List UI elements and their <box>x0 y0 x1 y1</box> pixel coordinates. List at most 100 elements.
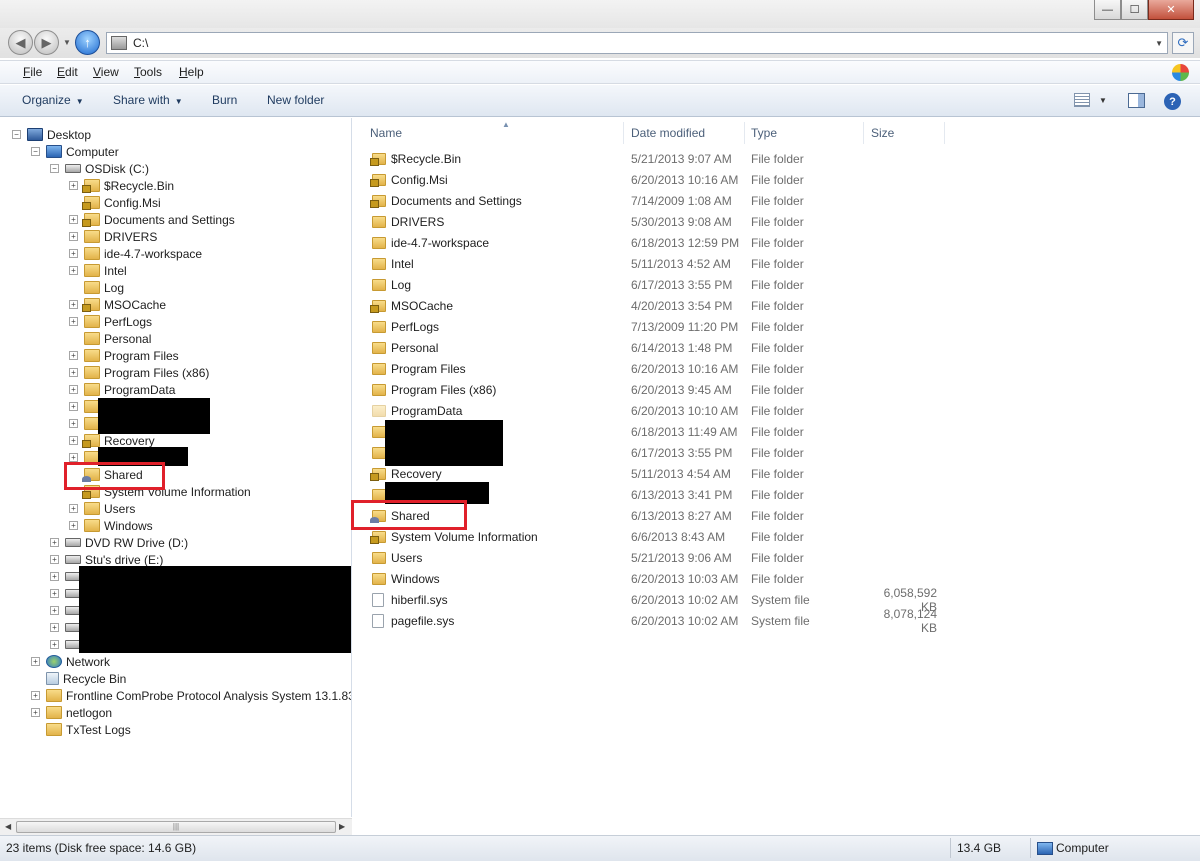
file-row[interactable]: Log 6/17/2013 3:55 PM File folder <box>370 274 970 295</box>
tree-item[interactable]: DRIVERS <box>84 228 157 245</box>
tree-expander[interactable]: + <box>69 436 78 445</box>
file-row[interactable]: PerfLogs 7/13/2009 11:20 PM File folder <box>370 316 970 337</box>
tree-item[interactable]: DVD RW Drive (D:) <box>65 534 188 551</box>
file-row[interactable]: Documents and Settings 7/14/2009 1:08 AM F… <box>370 190 970 211</box>
nav-horizontal-scrollbar[interactable]: ◀ ||| ▶ <box>0 818 352 835</box>
file-row[interactable]: pagefile.sys 6/20/2013 10:02 AM System fil… <box>370 607 970 635</box>
tree-expander[interactable]: + <box>69 453 78 462</box>
file-row[interactable]: Users 5/21/2013 9:06 AM File folder <box>370 547 970 568</box>
tree-expander[interactable]: + <box>69 266 78 275</box>
tree-expander[interactable]: + <box>50 606 59 615</box>
tree-expander[interactable]: + <box>69 368 78 377</box>
tree-item[interactable]: Intel <box>84 262 127 279</box>
menu-view[interactable]: View <box>93 65 119 79</box>
share-with-button[interactable]: Share with ▼ <box>113 93 183 107</box>
tree-expander[interactable]: + <box>69 232 78 241</box>
tree-expander[interactable]: + <box>50 589 59 598</box>
tree-expander[interactable]: + <box>69 419 78 428</box>
file-row[interactable]: Program Files (x86) 6/20/2013 9:45 AM File… <box>370 379 970 400</box>
tree-expander[interactable]: + <box>50 623 59 632</box>
tree-expander[interactable]: + <box>50 538 59 547</box>
file-row[interactable]: ide-4.7-workspace 6/18/2013 12:59 PM File … <box>370 232 970 253</box>
tree-item[interactable]: Frontline ComProbe Protocol Analysis Sys… <box>46 687 351 704</box>
change-view-icon[interactable] <box>1074 93 1090 107</box>
organize-button[interactable]: Organize ▼ <box>22 93 84 107</box>
navigation-pane[interactable]: − Desktop − Computer − OSDisk (C:) + $Recycle.B… <box>0 118 352 817</box>
refresh-button[interactable]: ⟳ <box>1172 32 1194 54</box>
tree-expander[interactable]: + <box>69 521 78 530</box>
tree-expander[interactable]: + <box>50 555 59 564</box>
file-row[interactable]: MSOCache 4/20/2013 3:54 PM File folder <box>370 295 970 316</box>
column-header-size[interactable]: Size <box>865 122 945 144</box>
tree-item[interactable]: Program Files (x86) <box>84 364 209 381</box>
tree-item[interactable]: Computer <box>46 143 119 160</box>
file-row[interactable]: Recovery 5/11/2013 4:54 AM File folder <box>370 463 970 484</box>
file-row[interactable]: DRIVERS 5/30/2013 9:08 AM File folder <box>370 211 970 232</box>
column-header-type[interactable]: Type <box>745 122 864 144</box>
tree-item[interactable]: PerfLogs <box>84 313 152 330</box>
tree-item[interactable]: TxTest Logs <box>46 721 131 738</box>
back-button[interactable]: ◀ <box>8 30 33 55</box>
scroll-left-icon[interactable]: ◀ <box>5 822 11 831</box>
tree-item[interactable]: Log <box>84 279 124 296</box>
tree-expander[interactable]: + <box>69 181 78 190</box>
address-bar[interactable]: C:\ ▼ <box>106 32 1168 54</box>
menu-file[interactable]: File <box>23 65 42 79</box>
tree-item[interactable]: Windows <box>84 517 153 534</box>
tree-expander[interactable]: + <box>69 300 78 309</box>
tree-expander[interactable]: + <box>69 385 78 394</box>
tree-item[interactable]: netlogon <box>46 704 112 721</box>
scroll-right-icon[interactable]: ▶ <box>339 822 345 831</box>
menu-help[interactable]: Help <box>179 65 204 79</box>
menu-edit[interactable]: Edit <box>57 65 78 79</box>
file-row[interactable]: Program Files 6/20/2013 10:16 AM File fold… <box>370 358 970 379</box>
address-dropdown-icon[interactable]: ▼ <box>1155 39 1163 48</box>
tree-expander[interactable]: + <box>69 351 78 360</box>
file-list[interactable]: ▲ Name Date modified Type Size $Recycle.… <box>351 118 1200 835</box>
view-options-dropdown[interactable]: ▼ <box>1099 96 1107 105</box>
forward-button[interactable]: ▶ <box>34 30 59 55</box>
tree-item[interactable]: ProgramData <box>84 381 175 398</box>
tree-expander[interactable]: + <box>31 657 40 666</box>
tree-expander[interactable]: + <box>69 402 78 411</box>
menu-tools[interactable]: Tools <box>134 65 162 79</box>
file-row[interactable]: Personal 6/14/2013 1:48 PM File folder <box>370 337 970 358</box>
maximize-button[interactable]: ☐ <box>1121 0 1148 20</box>
tree-expander[interactable]: + <box>50 572 59 581</box>
tree-expander[interactable]: + <box>31 708 40 717</box>
up-button[interactable]: ↑ <box>75 30 100 55</box>
tree-item[interactable]: Recycle Bin <box>46 670 126 687</box>
tree-item[interactable]: Personal <box>84 330 151 347</box>
tree-expander[interactable]: + <box>31 691 40 700</box>
scroll-thumb[interactable]: ||| <box>16 821 336 833</box>
file-row[interactable]: Intel 5/11/2013 4:52 AM File folder <box>370 253 970 274</box>
tree-item[interactable]: Config.Msi <box>82 194 161 211</box>
close-button[interactable]: ✕ <box>1148 0 1194 20</box>
preview-pane-icon[interactable] <box>1128 93 1145 108</box>
tree-item[interactable]: MSOCache <box>82 296 166 313</box>
file-row[interactable]: ProgramData 6/20/2013 10:10 AM File folder <box>370 400 970 421</box>
file-row[interactable]: $Recycle.Bin 5/21/2013 9:07 AM File folder <box>370 148 970 169</box>
tree-expander[interactable]: − <box>12 130 21 139</box>
tree-expander[interactable]: + <box>69 215 78 224</box>
column-header-name[interactable]: ▲ Name <box>364 120 624 144</box>
tree-expander[interactable]: + <box>50 640 59 649</box>
tree-item[interactable]: $Recycle.Bin <box>82 177 174 194</box>
tree-item[interactable]: Users <box>84 500 135 517</box>
tree-item[interactable]: OSDisk (C:) <box>65 160 149 177</box>
burn-button[interactable]: Burn <box>212 93 237 107</box>
tree-expander[interactable]: + <box>69 317 78 326</box>
tree-expander[interactable]: + <box>69 504 78 513</box>
help-icon[interactable]: ? <box>1164 93 1181 110</box>
file-row[interactable]: Config.Msi 6/20/2013 10:16 AM File folder <box>370 169 970 190</box>
tree-item[interactable]: Network <box>46 653 110 670</box>
address-text[interactable]: C:\ <box>133 36 148 50</box>
tree-item[interactable]: Documents and Settings <box>82 211 235 228</box>
column-header-date[interactable]: Date modified <box>625 122 745 144</box>
tree-item[interactable]: ide-4.7-workspace <box>84 245 202 262</box>
recent-pages-dropdown[interactable]: ▼ <box>63 38 71 47</box>
tree-expander[interactable]: + <box>69 249 78 258</box>
tree-expander[interactable]: − <box>31 147 40 156</box>
tree-expander[interactable]: − <box>50 164 59 173</box>
tree-item[interactable]: Desktop <box>27 126 91 143</box>
